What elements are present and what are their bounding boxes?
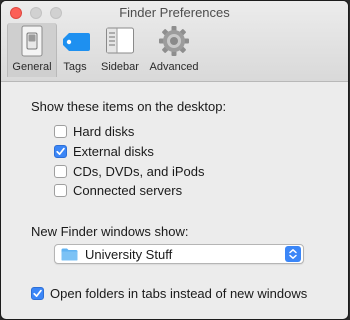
hard-disks-checkbox[interactable] bbox=[54, 124, 67, 138]
connected-servers-label: Connected servers bbox=[73, 182, 183, 198]
external-disks-option[interactable]: External disks bbox=[54, 143, 154, 159]
hard-disks-label: Hard disks bbox=[73, 123, 135, 139]
new-window-heading: New Finder windows show: bbox=[31, 224, 189, 239]
gear-icon bbox=[159, 26, 189, 56]
popup-stepper[interactable] bbox=[285, 246, 301, 262]
open-in-tabs-checkbox[interactable] bbox=[31, 286, 44, 300]
tab-tags-label: Tags bbox=[63, 61, 87, 73]
tab-tags[interactable]: Tags bbox=[57, 23, 93, 77]
sidebar-icon bbox=[106, 27, 134, 54]
title-bar-toolbar: Finder Preferences General Tags Sidebar … bbox=[1, 1, 348, 82]
hard-disks-option[interactable]: Hard disks bbox=[54, 123, 134, 139]
tab-general-label: General bbox=[12, 61, 52, 73]
cds-dvds-ipods-option[interactable]: CDs, DVDs, and iPods bbox=[54, 163, 205, 179]
checkmark-icon bbox=[33, 289, 42, 297]
connected-servers-option[interactable]: Connected servers bbox=[54, 182, 182, 198]
external-disks-checkbox[interactable] bbox=[54, 144, 67, 158]
general-switch-icon bbox=[21, 25, 43, 57]
preferences-window: Finder Preferences General Tags Sidebar … bbox=[1, 1, 348, 319]
up-down-chevron-icon bbox=[289, 249, 297, 259]
cds-dvds-ipods-checkbox[interactable] bbox=[54, 164, 67, 178]
open-in-tabs-option[interactable]: Open folders in tabs instead of new wind… bbox=[31, 285, 307, 301]
checkmark-icon bbox=[56, 147, 65, 155]
cds-dvds-ipods-label: CDs, DVDs, and iPods bbox=[73, 163, 205, 179]
folder-icon bbox=[61, 248, 78, 260]
tab-general[interactable]: General bbox=[7, 23, 57, 77]
tab-advanced-label: Advanced bbox=[149, 61, 199, 73]
new-window-target-value: University Stuff bbox=[85, 246, 173, 262]
connected-servers-checkbox[interactable] bbox=[54, 183, 67, 197]
tab-sidebar[interactable]: Sidebar bbox=[96, 23, 144, 77]
new-window-target-popup[interactable]: University Stuff bbox=[54, 244, 304, 264]
tab-advanced[interactable]: Advanced bbox=[146, 23, 202, 77]
desktop-items-heading: Show these items on the desktop: bbox=[31, 99, 227, 114]
tag-icon bbox=[63, 33, 90, 51]
tab-sidebar-label: Sidebar bbox=[101, 61, 139, 73]
window-title: Finder Preferences bbox=[119, 5, 230, 20]
external-disks-label: External disks bbox=[73, 143, 154, 159]
open-in-tabs-label: Open folders in tabs instead of new wind… bbox=[50, 285, 308, 301]
